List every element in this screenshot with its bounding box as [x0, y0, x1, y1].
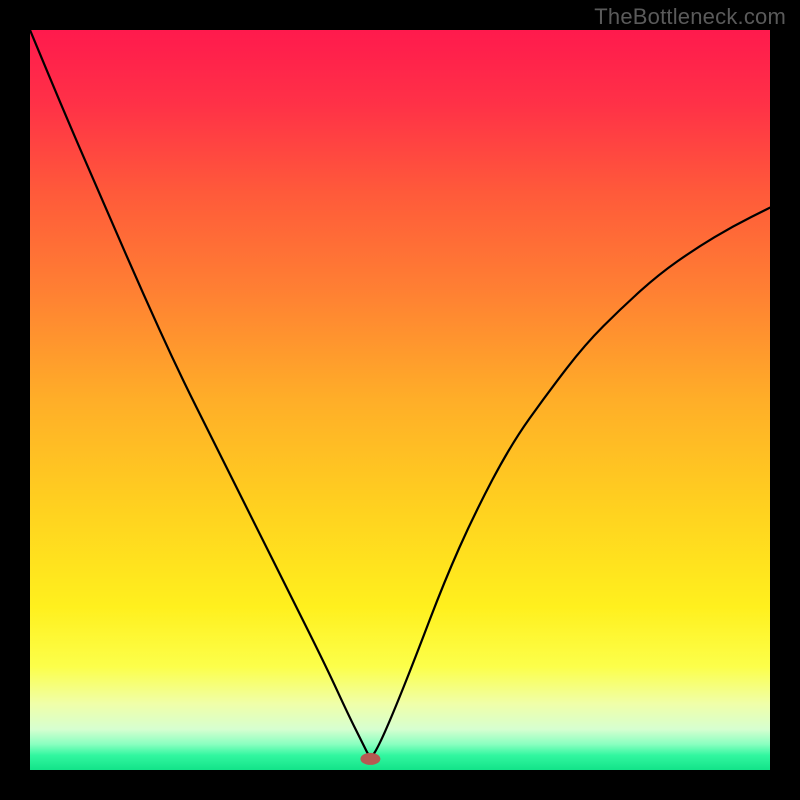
bottleneck-curve: [30, 30, 770, 756]
minimum-marker-icon: [360, 753, 380, 765]
plot-area: [30, 30, 770, 770]
curve-overlay: [30, 30, 770, 770]
outer-frame: TheBottleneck.com: [0, 0, 800, 800]
watermark-text: TheBottleneck.com: [594, 4, 786, 30]
